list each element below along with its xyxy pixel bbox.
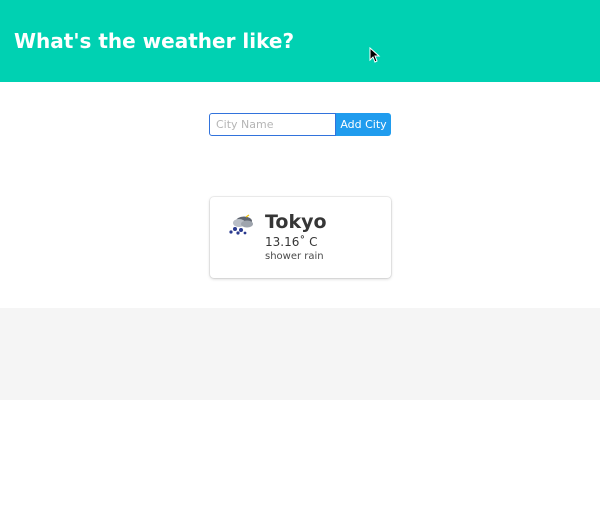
city-name: Tokyo [265,211,327,233]
mouse-cursor-icon [369,47,381,63]
page-title: What's the weather like? [14,29,295,53]
footer [0,308,600,400]
city-name-input[interactable] [209,113,336,136]
weather-description: shower rain [265,251,324,262]
shower-rain-icon [229,214,253,235]
header-banner: What's the weather like? [0,0,600,82]
weather-card: Tokyo 13.16˚ C shower rain [210,197,391,278]
temperature: 13.16˚ C [265,235,318,249]
add-city-form: Add City [209,113,391,136]
add-city-button[interactable]: Add City [336,113,391,136]
